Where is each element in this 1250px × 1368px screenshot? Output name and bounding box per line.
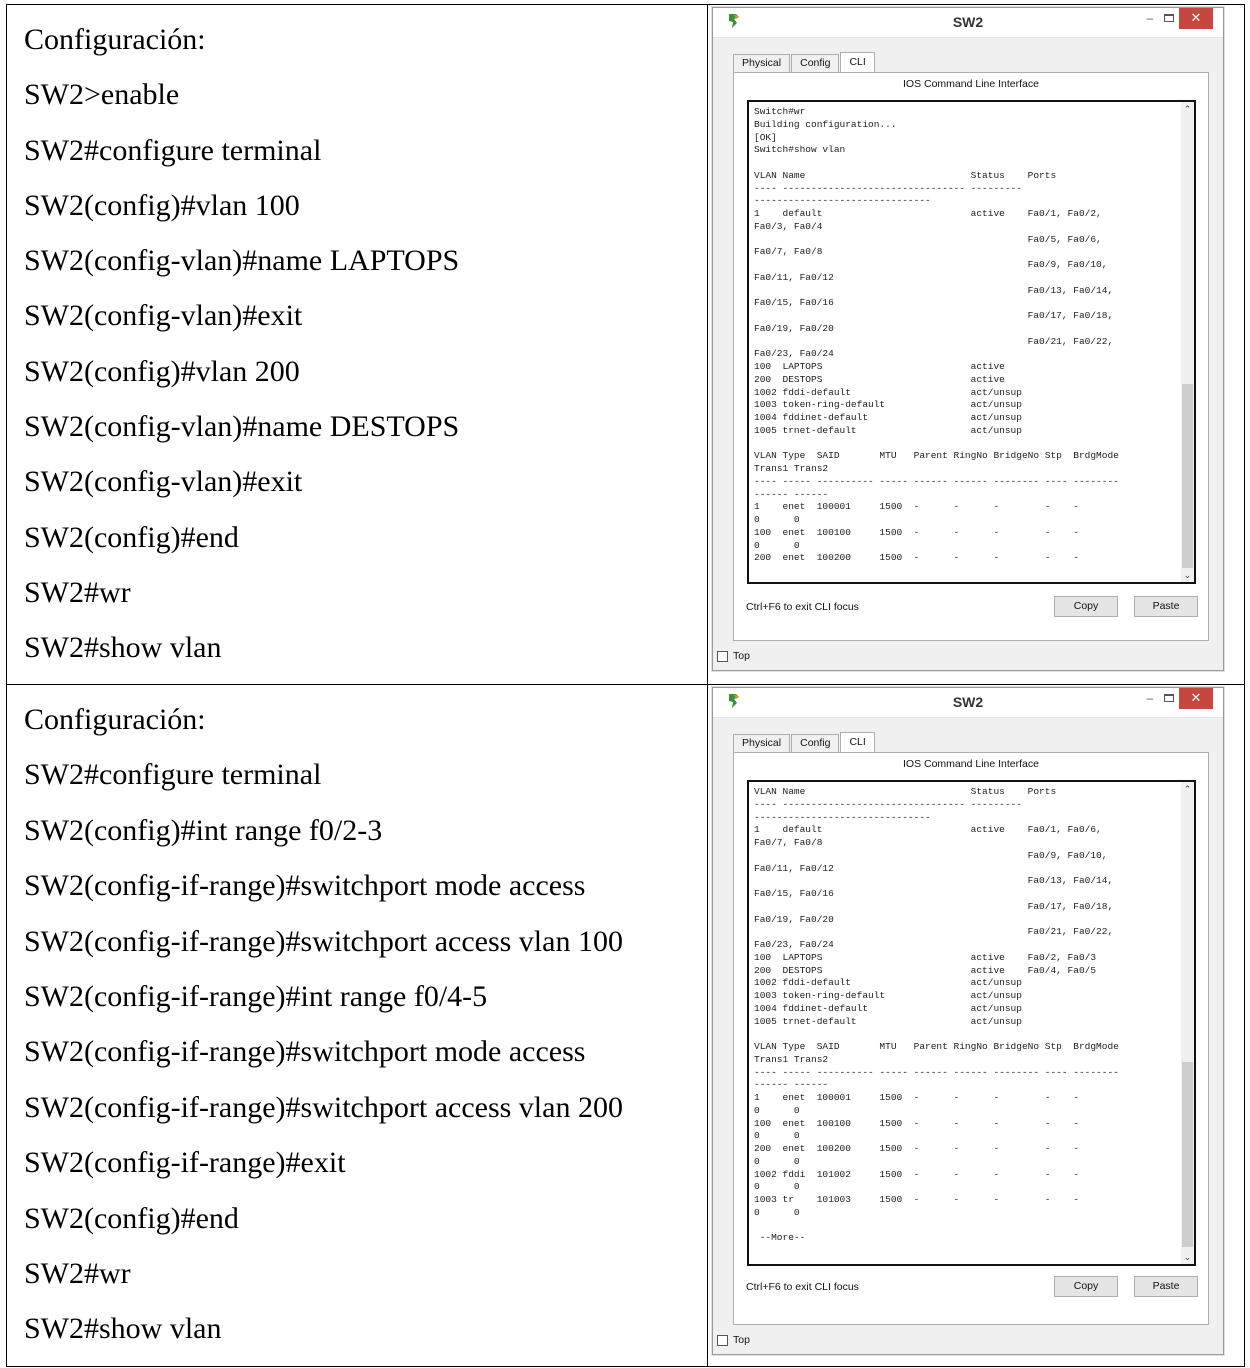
command-line: SW2#wr bbox=[24, 1257, 131, 1291]
tab-physical[interactable]: Physical bbox=[733, 734, 791, 752]
cli-header: IOS Command Line Interface bbox=[903, 78, 1039, 90]
command-line: SW2(config-vlan)#exit bbox=[24, 465, 303, 499]
command-line: SW2(config-if-range)#switchport mode acc… bbox=[24, 869, 586, 903]
terminal-output[interactable]: Switch#wr Building configuration... [OK]… bbox=[749, 102, 1194, 565]
title-bar[interactable]: SW2 – ✕ bbox=[713, 688, 1223, 718]
command-line: SW2(config-if-range)#int range f0/4-5 bbox=[24, 980, 488, 1014]
tab-config[interactable]: Config bbox=[791, 54, 840, 72]
paste-button[interactable]: Paste bbox=[1134, 596, 1198, 617]
scroll-up-icon[interactable]: ⌃ bbox=[1181, 782, 1194, 796]
config-heading: Configuración: bbox=[24, 703, 206, 736]
close-button[interactable]: ✕ bbox=[1179, 688, 1213, 709]
command-line: SW2(config)#int range f0/2-3 bbox=[24, 813, 383, 847]
config-heading: Configuración: bbox=[24, 23, 206, 56]
title-bar[interactable]: SW2 – ✕ bbox=[713, 8, 1223, 38]
top-label: Top bbox=[733, 650, 750, 662]
command-line: SW2(config)#vlan 200 bbox=[24, 354, 300, 388]
sw2-window: SW2 – ✕ Physical Config CLI IOS Command … bbox=[712, 7, 1224, 671]
sw2-window: SW2 – ✕ Physical Config CLI IOS Command … bbox=[712, 687, 1224, 1355]
config-cell: Configuración: SW2#configure terminal SW… bbox=[6, 684, 708, 1367]
close-icon: ✕ bbox=[1190, 10, 1202, 25]
command-line: SW2(config-vlan)#name LAPTOPS bbox=[24, 244, 460, 278]
command-line: SW2(config)#vlan 100 bbox=[24, 188, 300, 222]
cli-terminal[interactable]: Switch#wr Building configuration... [OK]… bbox=[747, 100, 1196, 584]
command-list: Configuración: SW2#configure terminal SW… bbox=[7, 685, 707, 1357]
minimize-button[interactable]: – bbox=[1139, 688, 1161, 709]
command-line: SW2#show vlan bbox=[24, 631, 222, 665]
command-line: SW2(config-vlan)#name DESTOPS bbox=[24, 410, 460, 444]
paste-button[interactable]: Paste bbox=[1134, 1276, 1198, 1297]
copy-button[interactable]: Copy bbox=[1054, 596, 1118, 617]
cli-panel: IOS Command Line Interface Switch#wr Bui… bbox=[733, 72, 1209, 641]
minimize-button[interactable]: – bbox=[1139, 8, 1161, 29]
close-icon: ✕ bbox=[1190, 690, 1202, 705]
tab-physical[interactable]: Physical bbox=[733, 54, 791, 72]
terminal-scrollbar[interactable]: ⌃ ⌄ bbox=[1181, 782, 1194, 1264]
command-line: SW2>enable bbox=[24, 78, 180, 112]
scroll-up-icon[interactable]: ⌃ bbox=[1181, 102, 1194, 116]
command-line: SW2(config-if-range)#exit bbox=[24, 1146, 346, 1180]
tab-bar: Physical Config CLI bbox=[733, 52, 876, 72]
cli-panel: IOS Command Line Interface VLAN Name Sta… bbox=[733, 752, 1209, 1325]
screenshot-cell: SW2 – ✕ Physical Config CLI IOS Command … bbox=[707, 4, 1245, 685]
checkbox-icon[interactable] bbox=[717, 1334, 728, 1346]
command-line: SW2(config-if-range)#switchport access v… bbox=[24, 924, 623, 958]
command-line: SW2(config-vlan)#exit bbox=[24, 299, 303, 333]
terminal-scrollbar[interactable]: ⌃ ⌄ bbox=[1181, 102, 1194, 582]
scroll-down-icon[interactable]: ⌄ bbox=[1181, 568, 1194, 582]
config-cell: Configuración: SW2>enable SW2#configure … bbox=[6, 4, 708, 685]
scroll-thumb[interactable] bbox=[1182, 384, 1193, 568]
top-label: Top bbox=[733, 1334, 750, 1346]
command-line: SW2(config-if-range)#switchport access v… bbox=[24, 1090, 623, 1124]
command-list: Configuración: SW2>enable SW2#configure … bbox=[7, 5, 707, 676]
focus-hint: Ctrl+F6 to exit CLI focus bbox=[746, 601, 859, 613]
checkbox-icon[interactable] bbox=[717, 650, 728, 662]
command-line: SW2#show vlan bbox=[24, 1312, 222, 1346]
cli-header: IOS Command Line Interface bbox=[903, 758, 1039, 770]
terminal-output[interactable]: VLAN Name Status Ports ---- ------------… bbox=[749, 782, 1194, 1245]
command-line: SW2(config-if-range)#switchport mode acc… bbox=[24, 1035, 586, 1069]
tab-cli[interactable]: CLI bbox=[840, 732, 875, 752]
table-row: Configuración: SW2#configure terminal SW… bbox=[6, 684, 1245, 1367]
maximize-icon bbox=[1164, 694, 1174, 702]
command-line: SW2#wr bbox=[24, 575, 131, 609]
copy-button[interactable]: Copy bbox=[1054, 1276, 1118, 1297]
maximize-button[interactable] bbox=[1159, 688, 1179, 709]
scroll-down-icon[interactable]: ⌄ bbox=[1181, 1250, 1194, 1264]
screenshot-cell: SW2 – ✕ Physical Config CLI IOS Command … bbox=[707, 684, 1245, 1367]
focus-hint: Ctrl+F6 to exit CLI focus bbox=[746, 1281, 859, 1293]
top-checkbox[interactable]: Top bbox=[717, 1334, 750, 1346]
table-row: Configuración: SW2>enable SW2#configure … bbox=[6, 4, 1245, 685]
command-line: SW2#configure terminal bbox=[24, 758, 322, 792]
command-line: SW2(config)#end bbox=[24, 1201, 239, 1235]
tab-config[interactable]: Config bbox=[791, 734, 840, 752]
command-line: SW2(config)#end bbox=[24, 520, 239, 554]
maximize-button[interactable] bbox=[1159, 8, 1179, 29]
maximize-icon bbox=[1164, 14, 1174, 22]
document-table: Configuración: SW2>enable SW2#configure … bbox=[6, 4, 1245, 1367]
top-checkbox[interactable]: Top bbox=[717, 650, 750, 662]
close-button[interactable]: ✕ bbox=[1179, 8, 1213, 29]
command-line: SW2#configure terminal bbox=[24, 133, 322, 167]
tab-cli[interactable]: CLI bbox=[840, 52, 875, 72]
tab-bar: Physical Config CLI bbox=[733, 732, 876, 752]
cli-terminal[interactable]: VLAN Name Status Ports ---- ------------… bbox=[747, 780, 1196, 1266]
scroll-thumb[interactable] bbox=[1182, 1062, 1193, 1247]
